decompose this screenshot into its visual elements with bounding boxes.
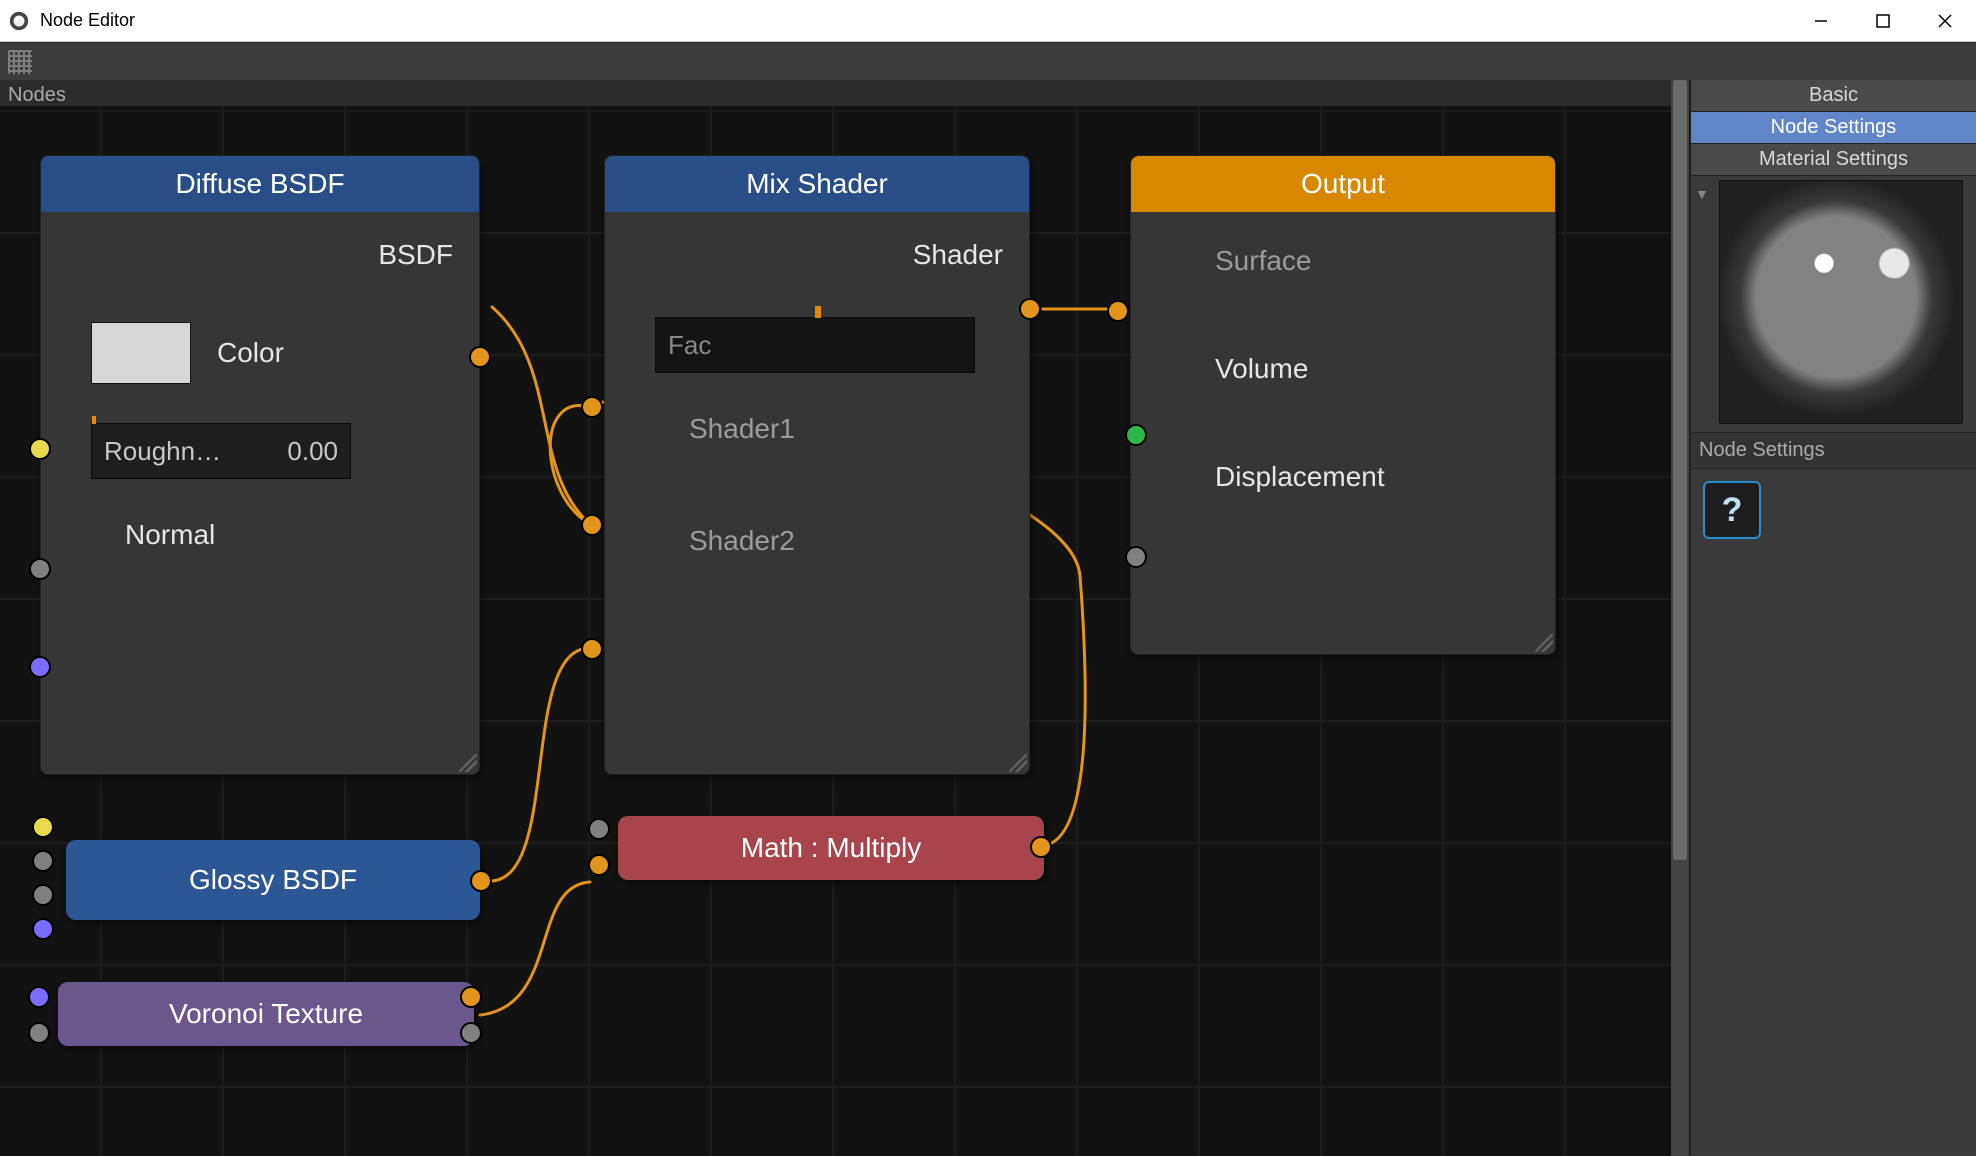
input-shader1-label: Shader1 bbox=[689, 413, 795, 445]
canvas-panel: Nodes bbox=[0, 80, 1690, 1156]
question-icon: ? bbox=[1722, 491, 1743, 530]
socket-in[interactable] bbox=[32, 850, 54, 872]
socket-in-surface[interactable] bbox=[1107, 300, 1129, 322]
socket-in-normal[interactable] bbox=[29, 656, 51, 678]
resize-handle[interactable] bbox=[459, 754, 477, 772]
node-glossy-bsdf[interactable]: Glossy BSDF bbox=[66, 840, 480, 920]
tab-material-settings[interactable]: Material Settings bbox=[1691, 144, 1976, 176]
close-button[interactable] bbox=[1914, 0, 1976, 42]
node-title: Math : Multiply bbox=[741, 832, 922, 864]
color-swatch[interactable] bbox=[91, 322, 191, 384]
socket-in[interactable] bbox=[32, 918, 54, 940]
resize-handle[interactable] bbox=[1535, 634, 1553, 652]
input-volume-label: Volume bbox=[1215, 353, 1308, 385]
socket-in[interactable] bbox=[32, 884, 54, 906]
titlebar: Node Editor bbox=[0, 0, 1976, 42]
socket-in-shader2[interactable] bbox=[581, 638, 603, 660]
tab-basic[interactable]: Basic bbox=[1691, 80, 1976, 112]
section-label: Node Settings bbox=[1691, 432, 1976, 469]
input-color-label: Color bbox=[217, 337, 284, 369]
grid-toggle-button[interactable] bbox=[8, 50, 32, 74]
node-title: Glossy BSDF bbox=[189, 864, 357, 896]
node-voronoi-texture[interactable]: Voronoi Texture bbox=[58, 982, 474, 1046]
socket-in-volume[interactable] bbox=[1125, 424, 1147, 446]
socket-in[interactable] bbox=[588, 818, 610, 840]
inspector-panel: Basic Node Settings Material Settings ▼ … bbox=[1690, 80, 1976, 1156]
node-title[interactable]: Mix Shader bbox=[605, 156, 1029, 212]
scrollbar-thumb[interactable] bbox=[1673, 80, 1687, 860]
socket-in[interactable] bbox=[28, 986, 50, 1008]
input-normal-label: Normal bbox=[125, 519, 215, 551]
socket-out[interactable] bbox=[460, 1022, 482, 1044]
socket-in-color[interactable] bbox=[29, 438, 51, 460]
node-title: Voronoi Texture bbox=[169, 998, 363, 1030]
resize-handle[interactable] bbox=[1009, 754, 1027, 772]
socket-out[interactable] bbox=[460, 986, 482, 1008]
node-title[interactable]: Diffuse BSDF bbox=[41, 156, 479, 212]
node-title[interactable]: Output bbox=[1131, 156, 1555, 212]
output-bsdf-label: BSDF bbox=[378, 239, 453, 271]
node-output[interactable]: Output Surface Volume Displacement bbox=[1130, 155, 1556, 655]
window-title: Node Editor bbox=[40, 10, 135, 31]
minimize-button[interactable] bbox=[1790, 0, 1852, 42]
socket-in[interactable] bbox=[588, 854, 610, 876]
node-canvas[interactable]: Diffuse BSDF BSDF Color Roughn… 0.00 bbox=[0, 106, 1671, 1156]
input-surface-label: Surface bbox=[1215, 245, 1312, 277]
material-preview[interactable] bbox=[1719, 180, 1963, 424]
socket-out[interactable] bbox=[1030, 836, 1052, 858]
node-mix-shader[interactable]: Mix Shader Shader Fac Shader1 Shader2 bbox=[604, 155, 1030, 775]
maximize-button[interactable] bbox=[1852, 0, 1914, 42]
app-icon bbox=[8, 10, 30, 32]
fac-field[interactable]: Fac bbox=[655, 317, 975, 373]
toolbar bbox=[0, 42, 1976, 80]
socket-in-roughness[interactable] bbox=[29, 558, 51, 580]
disclosure-icon[interactable]: ▼ bbox=[1695, 186, 1709, 202]
panel-label: Nodes bbox=[8, 84, 66, 107]
roughness-field[interactable]: Roughn… 0.00 bbox=[91, 423, 351, 479]
socket-out-bsdf[interactable] bbox=[469, 346, 491, 368]
input-shader2-label: Shader2 bbox=[689, 525, 795, 557]
node-math-multiply[interactable]: Math : Multiply bbox=[618, 816, 1044, 880]
output-shader-label: Shader bbox=[913, 239, 1003, 271]
socket-in-displacement[interactable] bbox=[1125, 546, 1147, 568]
node-diffuse-bsdf[interactable]: Diffuse BSDF BSDF Color Roughn… 0.00 bbox=[40, 155, 480, 775]
socket-in-fac[interactable] bbox=[581, 396, 603, 418]
socket-in[interactable] bbox=[32, 816, 54, 838]
socket-out[interactable] bbox=[470, 870, 492, 892]
socket-in[interactable] bbox=[28, 1022, 50, 1044]
help-button[interactable]: ? bbox=[1703, 481, 1761, 539]
socket-in-shader1[interactable] bbox=[581, 514, 603, 536]
socket-out-shader[interactable] bbox=[1019, 298, 1041, 320]
tab-node-settings[interactable]: Node Settings bbox=[1691, 112, 1976, 144]
window-controls bbox=[1790, 0, 1976, 42]
input-displacement-label: Displacement bbox=[1215, 461, 1385, 493]
scrollbar-vertical[interactable] bbox=[1671, 80, 1689, 1156]
